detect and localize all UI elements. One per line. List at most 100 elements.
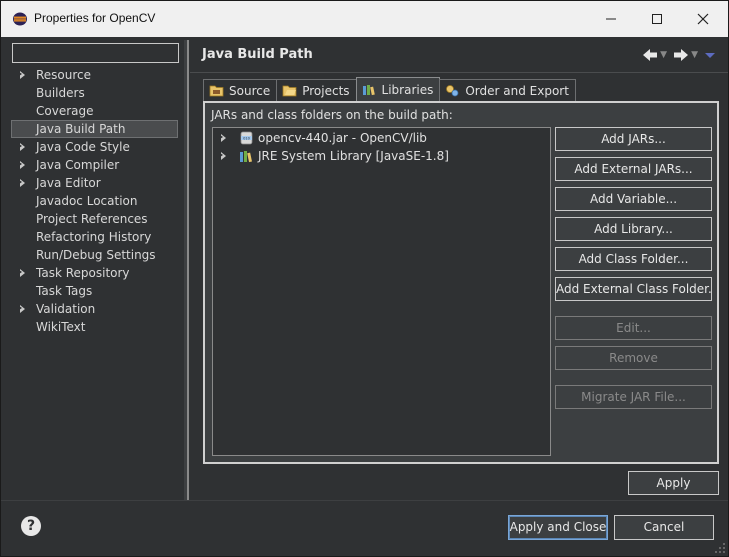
add-jars-button[interactable]: Add JARs...: [555, 127, 712, 151]
add-library-button[interactable]: Add Library...: [555, 217, 712, 241]
tab-label: Source: [229, 83, 271, 98]
expand-icon[interactable]: [17, 174, 27, 192]
libraries-tab-panel: JARs and class folders on the build path…: [203, 101, 719, 464]
back-menu-icon[interactable]: ▼: [660, 50, 667, 60]
tree-item-task-repository[interactable]: Task Repository: [7, 264, 184, 282]
forward-menu-icon[interactable]: ▼: [691, 50, 698, 60]
button-label: Apply: [656, 476, 691, 490]
tree-item-label: Run/Debug Settings: [36, 248, 156, 262]
tree-item-label: Java Build Path: [36, 122, 126, 136]
close-icon: [697, 13, 709, 25]
expand-icon[interactable]: [218, 147, 228, 165]
minimize-button[interactable]: [588, 1, 634, 37]
add-variable-button[interactable]: Add Variable...: [555, 187, 712, 211]
tab-source[interactable]: Source: [203, 79, 278, 101]
tree-item-task-tags[interactable]: Task Tags: [7, 282, 184, 300]
expand-icon[interactable]: [17, 138, 27, 156]
tree-item-label: Refactoring History: [36, 230, 152, 244]
tree-item-label: Javadoc Location: [36, 194, 138, 208]
add-external-class-folder-button[interactable]: Add External Class Folder...: [555, 277, 712, 301]
button-label: Add Library...: [594, 222, 673, 236]
tree-item-validation[interactable]: Validation: [7, 300, 184, 318]
tree-item-label: Java Editor: [36, 176, 101, 190]
tree-item-builders[interactable]: Builders: [7, 84, 184, 102]
expand-icon[interactable]: [17, 66, 27, 84]
tree-item-label: Java Code Style: [36, 140, 130, 154]
libraries-label: JARs and class folders on the build path…: [211, 108, 453, 122]
button-label: Edit...: [616, 321, 651, 335]
apply-and-close-button[interactable]: Apply and Close: [508, 515, 608, 540]
tree-item-javadoc-location[interactable]: Javadoc Location: [7, 192, 184, 210]
tree-item-label: Validation: [36, 302, 96, 316]
expand-icon[interactable]: [17, 156, 27, 174]
remove-button[interactable]: Remove: [555, 346, 712, 370]
tree-item-java-editor[interactable]: Java Editor: [7, 174, 184, 192]
tree-item-label: Java Compiler: [36, 158, 120, 172]
title-bar: Properties for OpenCV: [1, 1, 728, 37]
button-label: Add JARs...: [601, 132, 666, 146]
tree-item-project-references[interactable]: Project References: [7, 210, 184, 228]
tree-item-run-debug-settings[interactable]: Run/Debug Settings: [7, 246, 184, 264]
build-path-tabs: Source Projects Libraries Order and Expo…: [203, 77, 576, 101]
tree-item-label: Project References: [36, 212, 148, 226]
button-label: Add Class Folder...: [578, 252, 689, 266]
library-entry-opencv-jar[interactable]: 010 opencv-440.jar - OpenCV/lib: [213, 129, 550, 147]
tree-item-label: Resource: [36, 68, 92, 82]
edit-button[interactable]: Edit...: [555, 316, 712, 340]
library-entry-label: opencv-440.jar - OpenCV/lib: [258, 131, 427, 145]
tree-item-label: Builders: [36, 86, 85, 100]
title-separator: [190, 72, 728, 73]
tree-item-java-code-style[interactable]: Java Code Style: [7, 138, 184, 156]
order-export-icon: [446, 85, 459, 97]
tree-item-java-build-path[interactable]: Java Build Path: [11, 120, 178, 138]
back-arrow-icon[interactable]: [642, 48, 658, 62]
svg-text:010: 010: [243, 136, 251, 140]
button-label: Cancel: [643, 520, 685, 534]
tree-item-java-compiler[interactable]: Java Compiler: [7, 156, 184, 174]
tree-item-resource[interactable]: Resource: [7, 66, 184, 84]
maximize-button[interactable]: [634, 1, 680, 37]
expand-icon[interactable]: [218, 129, 228, 147]
footer-separator: [1, 500, 728, 501]
button-label: Add External JARs...: [574, 162, 693, 176]
button-label: Migrate JAR File...: [581, 390, 686, 404]
library-entry-jre-system-library[interactable]: JRE System Library [JavaSE-1.8]: [213, 147, 550, 165]
page-title: Java Build Path: [202, 47, 313, 62]
cancel-button[interactable]: Cancel: [614, 515, 714, 540]
tree-item-label: Task Repository: [36, 266, 130, 280]
filter-input[interactable]: [12, 43, 179, 63]
tab-order-and-export[interactable]: Order and Export: [439, 79, 576, 101]
button-label: Remove: [609, 351, 658, 365]
window-title: Properties for OpenCV: [34, 11, 156, 25]
property-tree: Resource Builders Coverage Java Build Pa…: [7, 66, 184, 336]
libraries-icon: [362, 85, 375, 96]
library-entry-label: JRE System Library [JavaSE-1.8]: [258, 149, 449, 163]
eclipse-icon: [13, 12, 27, 26]
tab-libraries[interactable]: Libraries: [355, 77, 441, 101]
button-label: Add External Class Folder...: [556, 282, 712, 296]
close-button[interactable]: [680, 1, 726, 37]
resize-grip-icon[interactable]: [714, 542, 726, 554]
tree-item-label: WikiText: [36, 320, 86, 334]
add-external-jars-button[interactable]: Add External JARs...: [555, 157, 712, 181]
expand-icon[interactable]: [17, 264, 27, 282]
help-icon[interactable]: ?: [21, 516, 41, 536]
add-class-folder-button[interactable]: Add Class Folder...: [555, 247, 712, 271]
migrate-jar-file-button[interactable]: Migrate JAR File...: [555, 385, 712, 409]
maximize-icon: [652, 14, 662, 24]
tree-item-coverage[interactable]: Coverage: [7, 102, 184, 120]
view-menu-icon[interactable]: [704, 50, 716, 60]
build-path-library-tree[interactable]: 010 opencv-440.jar - OpenCV/lib JRE Syst…: [212, 127, 551, 456]
library-icon: [240, 151, 252, 163]
button-label: Add Variable...: [589, 192, 678, 206]
tree-item-refactoring-history[interactable]: Refactoring History: [7, 228, 184, 246]
page-navigation: ▼ ▼: [642, 45, 716, 65]
forward-arrow-icon[interactable]: [673, 48, 689, 62]
tab-projects[interactable]: Projects: [276, 79, 357, 101]
pane-sash[interactable]: [187, 40, 189, 500]
expand-icon[interactable]: [17, 300, 27, 318]
minimize-icon: [606, 18, 616, 20]
apply-button[interactable]: Apply: [628, 471, 719, 495]
tree-item-wikitext[interactable]: WikiText: [7, 318, 184, 336]
page-content: Java Build Path ▼ ▼ Source Projects Libr…: [190, 40, 728, 500]
